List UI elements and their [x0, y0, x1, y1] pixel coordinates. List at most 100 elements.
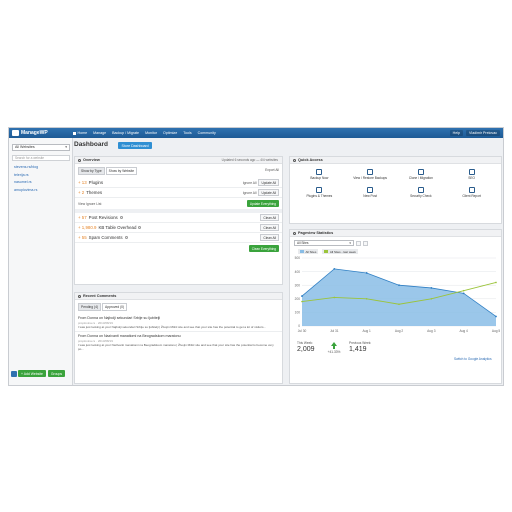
quick-access-label: Clone / Migration — [408, 176, 433, 180]
x-tick-label: Aug 1 — [362, 329, 371, 333]
revisions-count[interactable]: + 57 — [78, 215, 87, 220]
chart-tool-button[interactable] — [363, 240, 368, 246]
info-icon[interactable] — [124, 236, 128, 239]
tab-show-by-type[interactable]: Show by Type — [78, 167, 105, 175]
chart-tool-button[interactable] — [356, 240, 361, 246]
ignore-all-link[interactable]: Ignore All — [243, 191, 257, 195]
toggle-sidebar-button[interactable] — [11, 370, 17, 377]
groups-button[interactable]: Groups — [47, 370, 66, 377]
y-tick-label: 400 — [295, 270, 301, 274]
quick-access-title: Quick Access — [298, 157, 323, 162]
clean-all-button[interactable]: Clean All — [260, 214, 279, 221]
update-everything-button[interactable]: Update Everything — [246, 200, 279, 207]
nav-help[interactable]: Help — [449, 130, 464, 136]
quick-access-item[interactable]: Plugins & Themes — [294, 186, 345, 199]
add-website-button[interactable]: + Add Website — [18, 370, 46, 377]
row-actions: Clean All — [260, 234, 279, 241]
nav-tools[interactable]: Tools — [183, 131, 191, 135]
site-item[interactable]: stevens.rs/blog — [14, 164, 38, 172]
nav-home-label: Home — [77, 131, 88, 135]
nav-community[interactable]: Community — [198, 131, 216, 135]
nav-optimize[interactable]: Optimize — [163, 131, 177, 135]
spam-count[interactable]: + 55 — [78, 235, 87, 240]
data-point — [430, 287, 433, 289]
quick-access-label: Client Report — [462, 193, 481, 198]
data-point — [398, 303, 400, 306]
nav-manage[interactable]: Manage — [93, 131, 106, 135]
legend-swatch — [324, 250, 329, 253]
info-icon[interactable] — [138, 226, 142, 229]
pageview-controls: All Sites ▾ — [290, 237, 501, 249]
quick-access-item[interactable]: Client Report — [446, 186, 497, 199]
x-tick-label: Aug 5 — [492, 329, 501, 333]
store-dashboard-button[interactable]: Store Dashboard — [118, 142, 153, 149]
quick-access-item[interactable]: View / Restore Backups — [345, 169, 396, 181]
export-all-link[interactable]: Export All — [265, 167, 279, 175]
quick-access-item[interactable]: Clone / Migration — [396, 169, 447, 181]
legend-item[interactable]: All Sites — [298, 249, 319, 254]
quick-access-label: Plugins & Themes — [306, 193, 333, 198]
data-point — [333, 296, 336, 299]
update-all-button[interactable]: Update All — [258, 189, 279, 196]
data-point — [301, 300, 303, 303]
recent-comments-title: Recent Comments — [83, 293, 117, 298]
site-item[interactable]: telerija.rs — [14, 172, 38, 180]
nav-home[interactable]: Home — [73, 131, 87, 135]
pageview-header: Pageview Statistics — [290, 230, 501, 237]
quick-access-header: Quick Access — [290, 157, 501, 164]
clock-icon — [78, 158, 81, 162]
quick-access-item[interactable]: SEO — [446, 169, 497, 181]
pageview-site-select[interactable]: All Sites ▾ — [294, 240, 354, 246]
sidebar-actions: + Add Website Groups — [9, 370, 73, 377]
legend-swatch — [300, 250, 304, 253]
site-item[interactable]: amuplovima.rs — [14, 187, 38, 195]
tab-show-by-website[interactable]: Show by Website — [105, 167, 138, 175]
y-tick-label: 100 — [295, 311, 301, 315]
quick-access-item[interactable]: Backup Now — [294, 169, 345, 181]
y-tick-label: 0 — [298, 324, 300, 328]
clean-all-button[interactable]: Clean All — [260, 234, 279, 241]
switch-google-analytics-link[interactable]: Switch to Google Analytics — [454, 357, 492, 361]
backup-icon — [316, 169, 323, 175]
legend-label: All Sites — [305, 249, 317, 254]
y-tick-label: 300 — [295, 283, 301, 287]
x-tick-label: Jul 30 — [298, 329, 307, 333]
nav-monitor[interactable]: Monitor — [145, 131, 157, 135]
tab-pending[interactable]: Pending (4) — [78, 303, 102, 311]
row-actions: Update Everything — [246, 200, 279, 207]
row-actions: Ignore All Update All — [243, 179, 279, 186]
website-search-input[interactable]: Search for a website — [12, 155, 70, 161]
logo[interactable]: ManageWP — [9, 128, 73, 138]
comment-item[interactable]: From Donna on Nazivanti manatiomi na Beo… — [75, 332, 282, 353]
themes-count[interactable]: + 2 — [78, 190, 84, 195]
legend-item[interactable]: All Sites - last week — [322, 249, 358, 254]
x-tick-label: Aug 4 — [459, 329, 468, 333]
quick-access-panel: Quick Access Backup Now View / Restore Ba… — [289, 156, 502, 224]
overview-panel: Overview Updated 6 seconds ago — 4/4 web… — [74, 156, 283, 285]
row-actions: Ignore All Update All — [243, 189, 279, 196]
cleanup-row-spam: + 55 Spam Comments Clean All — [75, 233, 282, 243]
plugins-count[interactable]: + 13 — [78, 180, 87, 185]
x-tick-label: Jul 31 — [330, 329, 339, 333]
quick-access-item[interactable]: New Post — [345, 186, 396, 199]
update-all-button[interactable]: Update All — [258, 179, 279, 186]
quick-access-label: Backup Now — [310, 176, 329, 180]
clean-all-button[interactable]: Clean All — [260, 224, 279, 231]
site-item[interactable]: nasumel.rs — [14, 179, 38, 187]
nav-backup[interactable]: Backup / Migrate — [112, 131, 139, 135]
previous-week-stat: Previous Week: 1,419 — [349, 341, 389, 353]
info-icon[interactable] — [119, 216, 123, 219]
user-menu[interactable]: Vladimir Prelovac — [466, 130, 500, 136]
view-ignore-list-link[interactable]: View Ignore List — [78, 202, 101, 206]
clean-everything-button[interactable]: Clean Everything — [248, 245, 279, 252]
y-tick-label: 500 — [295, 256, 301, 260]
x-tick-label: Aug 2 — [395, 329, 404, 333]
website-select[interactable]: All Websites ▾ — [12, 144, 70, 151]
x-tick-label: Aug 3 — [427, 329, 436, 333]
tab-approved[interactable]: Approved (0) — [102, 303, 128, 311]
comment-item[interactable]: From Donna on Najbolji sekundari Srbije … — [75, 314, 282, 333]
quick-access-item[interactable]: Security Check — [396, 186, 447, 199]
ignore-all-link[interactable]: Ignore All — [243, 181, 257, 185]
sidebar: All Websites ▾ Search for a website stev… — [9, 138, 73, 385]
overhead-count[interactable]: + 1,980.9 — [78, 225, 96, 230]
